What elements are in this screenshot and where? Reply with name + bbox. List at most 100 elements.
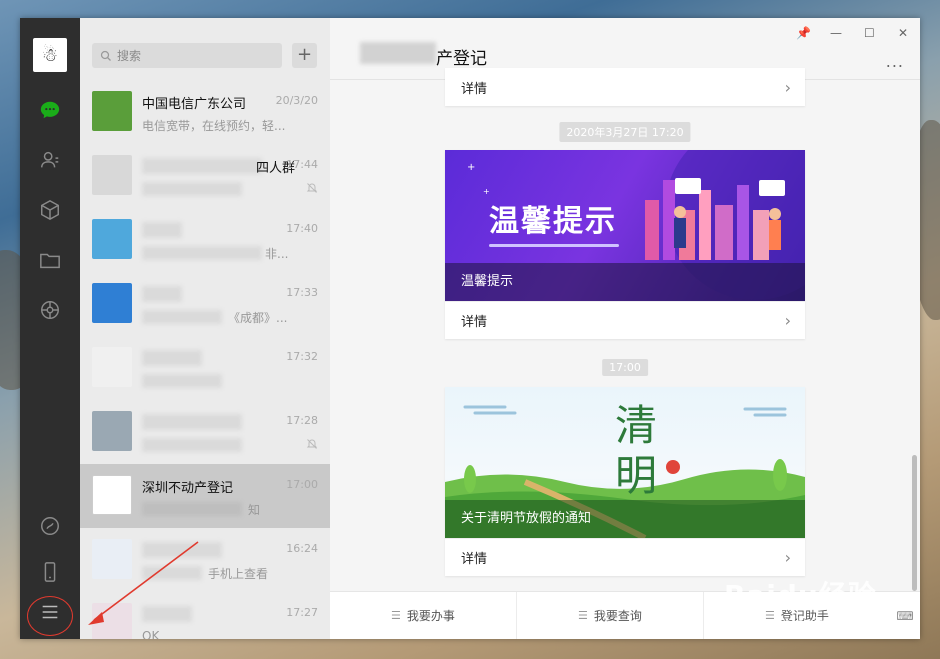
conversation-item[interactable]: 四人群 17:44	[80, 144, 330, 208]
card-caption: 温馨提示	[445, 263, 805, 301]
conversation-preview: 非...	[265, 247, 289, 261]
conversation-time: 17:32	[286, 350, 318, 363]
detail-link[interactable]: 详情 ›	[445, 301, 805, 339]
blurred-text	[142, 158, 262, 174]
mute-icon	[306, 183, 318, 193]
menu-lines-icon: ☰	[391, 609, 401, 622]
blurred-text	[142, 222, 182, 238]
message-card[interactable]: 详情 ›	[445, 68, 805, 106]
conversation-item[interactable]: 非... 17:40	[80, 208, 330, 272]
blurred-text	[142, 182, 242, 196]
conversation-time: 17:44	[286, 158, 318, 171]
conversation-avatar	[92, 219, 132, 259]
search-placeholder: 搜索	[117, 49, 142, 63]
mute-icon	[306, 439, 318, 449]
chevron-right-icon: ›	[784, 311, 791, 330]
search-icon	[100, 50, 111, 61]
sidebar-nav: ☃	[20, 18, 80, 639]
moments-icon[interactable]	[38, 298, 62, 322]
menu-button-handle[interactable]: ☰ 我要办事	[330, 592, 517, 639]
blurred-text	[142, 310, 222, 324]
conversation-preview: 电信宽带，在线预约，轻...	[142, 119, 286, 133]
svg-text:+: +	[467, 162, 475, 173]
phone-icon[interactable]	[38, 560, 62, 584]
detail-label: 详情	[461, 315, 488, 330]
watermark-url: jingyan.baidu.com	[740, 616, 870, 632]
conversation-time: 17:00	[286, 478, 318, 491]
add-button[interactable]: +	[292, 43, 317, 68]
wechat-window: ☃ 搜索 + 中国电信广东公司 电信宽带，在线预约，轻... 20/3/20 四…	[20, 18, 920, 639]
blurred-text	[142, 502, 242, 516]
card-banner: + + 温馨提示 温馨提示	[445, 150, 805, 301]
mini-program-icon[interactable]	[38, 514, 62, 538]
conversation-preview: 《成都》...	[228, 311, 288, 325]
close-button[interactable]: ✕	[898, 26, 908, 40]
blurred-text	[142, 374, 222, 388]
detail-link[interactable]: 详情 ›	[445, 538, 805, 576]
minimize-button[interactable]: —	[830, 26, 842, 40]
favorites-icon[interactable]	[38, 198, 62, 222]
blurred-text	[142, 414, 242, 430]
maximize-button[interactable]: ☐	[864, 26, 875, 40]
banner-title: 温馨提示	[489, 204, 617, 239]
scrollbar[interactable]	[912, 455, 917, 591]
timestamp: 17:00	[602, 359, 648, 376]
more-button[interactable]: ...	[886, 52, 904, 71]
menu-label: 我要办事	[406, 609, 455, 623]
blurred-text	[142, 438, 242, 452]
search-input[interactable]: 搜索	[92, 43, 282, 68]
menu-lines-icon: ☰	[578, 609, 588, 622]
folder-icon[interactable]	[38, 248, 62, 272]
annotation-circle	[27, 596, 73, 636]
conversation-time: 20/3/20	[275, 94, 318, 107]
watermark-brand: Baidu经验	[724, 579, 877, 612]
conversation-avatar	[92, 475, 132, 515]
conversation-item[interactable]: 17:28	[80, 400, 330, 464]
card-banner: 清明 关于清明节放假的通知	[445, 387, 805, 538]
card-caption: 关于清明节放假的通知	[445, 500, 805, 538]
conversation-item[interactable]: 17:32	[80, 336, 330, 400]
watermark: Baidu经验 jingyan.baidu.com	[724, 574, 934, 640]
banner-title: 清明	[614, 401, 657, 500]
blurred-text	[360, 42, 436, 64]
blurred-text	[142, 246, 262, 260]
blurred-text	[142, 286, 182, 302]
conversation-item[interactable]: 深圳不动产登记 知 17:00	[80, 464, 330, 528]
conversation-avatar	[92, 283, 132, 323]
conversation-name: 中国电信广东公司	[142, 97, 247, 112]
chevron-right-icon: ›	[784, 77, 791, 97]
chevron-right-icon: ›	[784, 548, 791, 567]
chat-title: 产登记	[436, 49, 487, 69]
conversation-avatar	[92, 347, 132, 387]
menu-button-query[interactable]: ☰ 我要查询	[517, 592, 704, 639]
blurred-text	[142, 350, 202, 366]
conversation-time: 16:24	[286, 542, 318, 555]
conversation-time: 17:33	[286, 286, 318, 299]
banner-underline	[489, 244, 619, 247]
conversation-time: 17:28	[286, 414, 318, 427]
annotation-arrow	[88, 541, 199, 625]
detail-link[interactable]: 详情 ›	[445, 68, 805, 106]
pin-icon[interactable]: 📌	[796, 26, 811, 40]
conversation-list: 搜索 + 中国电信广东公司 电信宽带，在线预约，轻... 20/3/20 四人群…	[80, 18, 330, 639]
message-card[interactable]: + + 温馨提示 温馨提示 详情 ›	[445, 150, 805, 339]
conversation-time: 17:27	[286, 606, 318, 619]
conversation-avatar	[92, 411, 132, 451]
conversation-item[interactable]: 中国电信广东公司 电信宽带，在线预约，轻... 20/3/20	[80, 80, 330, 144]
detail-label: 详情	[461, 552, 488, 567]
conversation-time: 17:40	[286, 222, 318, 235]
detail-label: 详情	[461, 81, 488, 97]
conversation-avatar	[92, 91, 132, 131]
user-avatar[interactable]: ☃	[33, 38, 67, 72]
message-card[interactable]: 清明 关于清明节放假的通知 详情 ›	[445, 387, 805, 576]
conversation-item[interactable]: 《成都》... 17:33	[80, 272, 330, 336]
contacts-icon[interactable]	[38, 148, 62, 172]
svg-text:+: +	[483, 187, 490, 196]
menu-label: 我要查询	[593, 609, 642, 623]
conversation-preview: 知	[248, 503, 261, 517]
conversation-name: 深圳不动产登记	[142, 481, 234, 496]
chat-panel: 产登记 📌 — ☐ ✕ ... 详情 › 2020年3月27日 17:20 + …	[330, 18, 920, 639]
chat-icon[interactable]	[38, 98, 62, 122]
timestamp: 2020年3月27日 17:20	[559, 122, 691, 142]
conversation-avatar	[92, 155, 132, 195]
